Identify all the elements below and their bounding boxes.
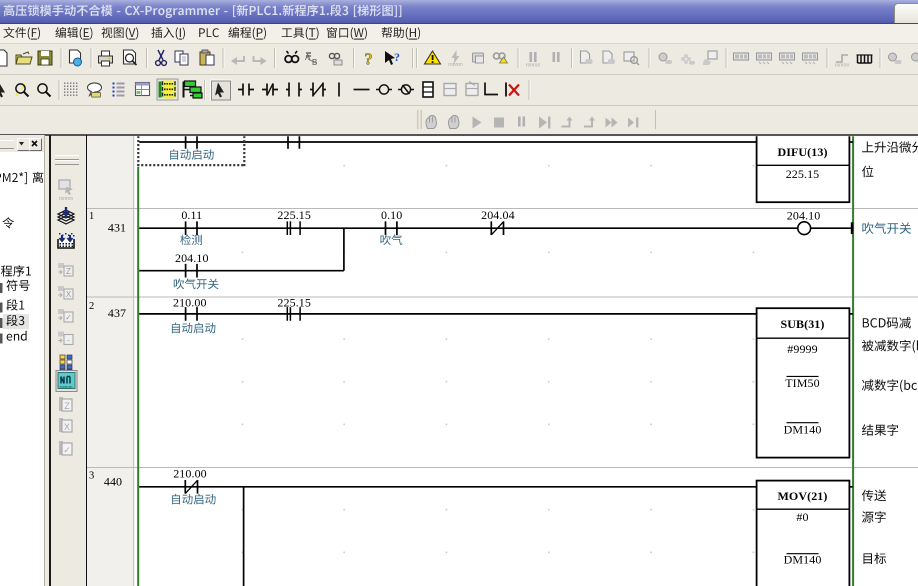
svg-text:DM140: DM140 <box>784 553 822 567</box>
svg-text:?: ? <box>364 50 373 69</box>
svg-text:210.00: 210.00 <box>173 467 207 481</box>
svg-text:Z: Z <box>66 267 71 276</box>
svg-text:440: 440 <box>104 475 122 489</box>
svg-text:✓: ✓ <box>63 445 71 455</box>
svg-text:2: 2 <box>89 301 94 312</box>
svg-text:204.04: 204.04 <box>481 208 515 222</box>
svg-text:225.15: 225.15 <box>277 208 311 222</box>
svg-text:✓: ✓ <box>65 313 72 322</box>
svg-text:0.10: 0.10 <box>381 208 402 222</box>
svg-text:SUB(31): SUB(31) <box>780 317 824 331</box>
svg-text:X: X <box>64 422 70 432</box>
svg-text:B: B <box>312 58 317 67</box>
svg-text:ronron: ronron <box>526 63 541 69</box>
svg-text:204.10: 204.10 <box>787 208 821 222</box>
svg-text:?: ? <box>394 50 400 64</box>
svg-text:210.00: 210.00 <box>173 296 207 310</box>
svg-text:ronron: ronron <box>835 63 850 69</box>
svg-text:X: X <box>66 290 72 299</box>
svg-text:225.15: 225.15 <box>786 167 820 181</box>
svg-text:TIM50: TIM50 <box>785 376 820 390</box>
svg-text:431: 431 <box>108 220 126 234</box>
svg-text:ronron: ronron <box>59 385 73 390</box>
svg-text:#0: #0 <box>796 510 808 524</box>
svg-text:225.15: 225.15 <box>277 296 311 310</box>
svg-text:#9999: #9999 <box>787 342 818 356</box>
svg-text:DM140: DM140 <box>784 423 822 437</box>
svg-text:ronron: ronron <box>448 62 463 68</box>
svg-text:DIFU(13): DIFU(13) <box>777 145 827 159</box>
svg-text:1: 1 <box>89 211 94 222</box>
svg-text:A: A <box>305 53 311 62</box>
svg-text:Z: Z <box>64 401 70 411</box>
svg-text:204.10: 204.10 <box>175 251 209 265</box>
svg-text:-: - <box>67 336 70 345</box>
svg-text:437: 437 <box>108 306 126 320</box>
svg-text:0.11: 0.11 <box>181 208 202 222</box>
svg-text:MOV(21): MOV(21) <box>777 489 827 503</box>
svg-text:3: 3 <box>89 471 94 482</box>
svg-text:ronron: ronron <box>59 196 74 202</box>
